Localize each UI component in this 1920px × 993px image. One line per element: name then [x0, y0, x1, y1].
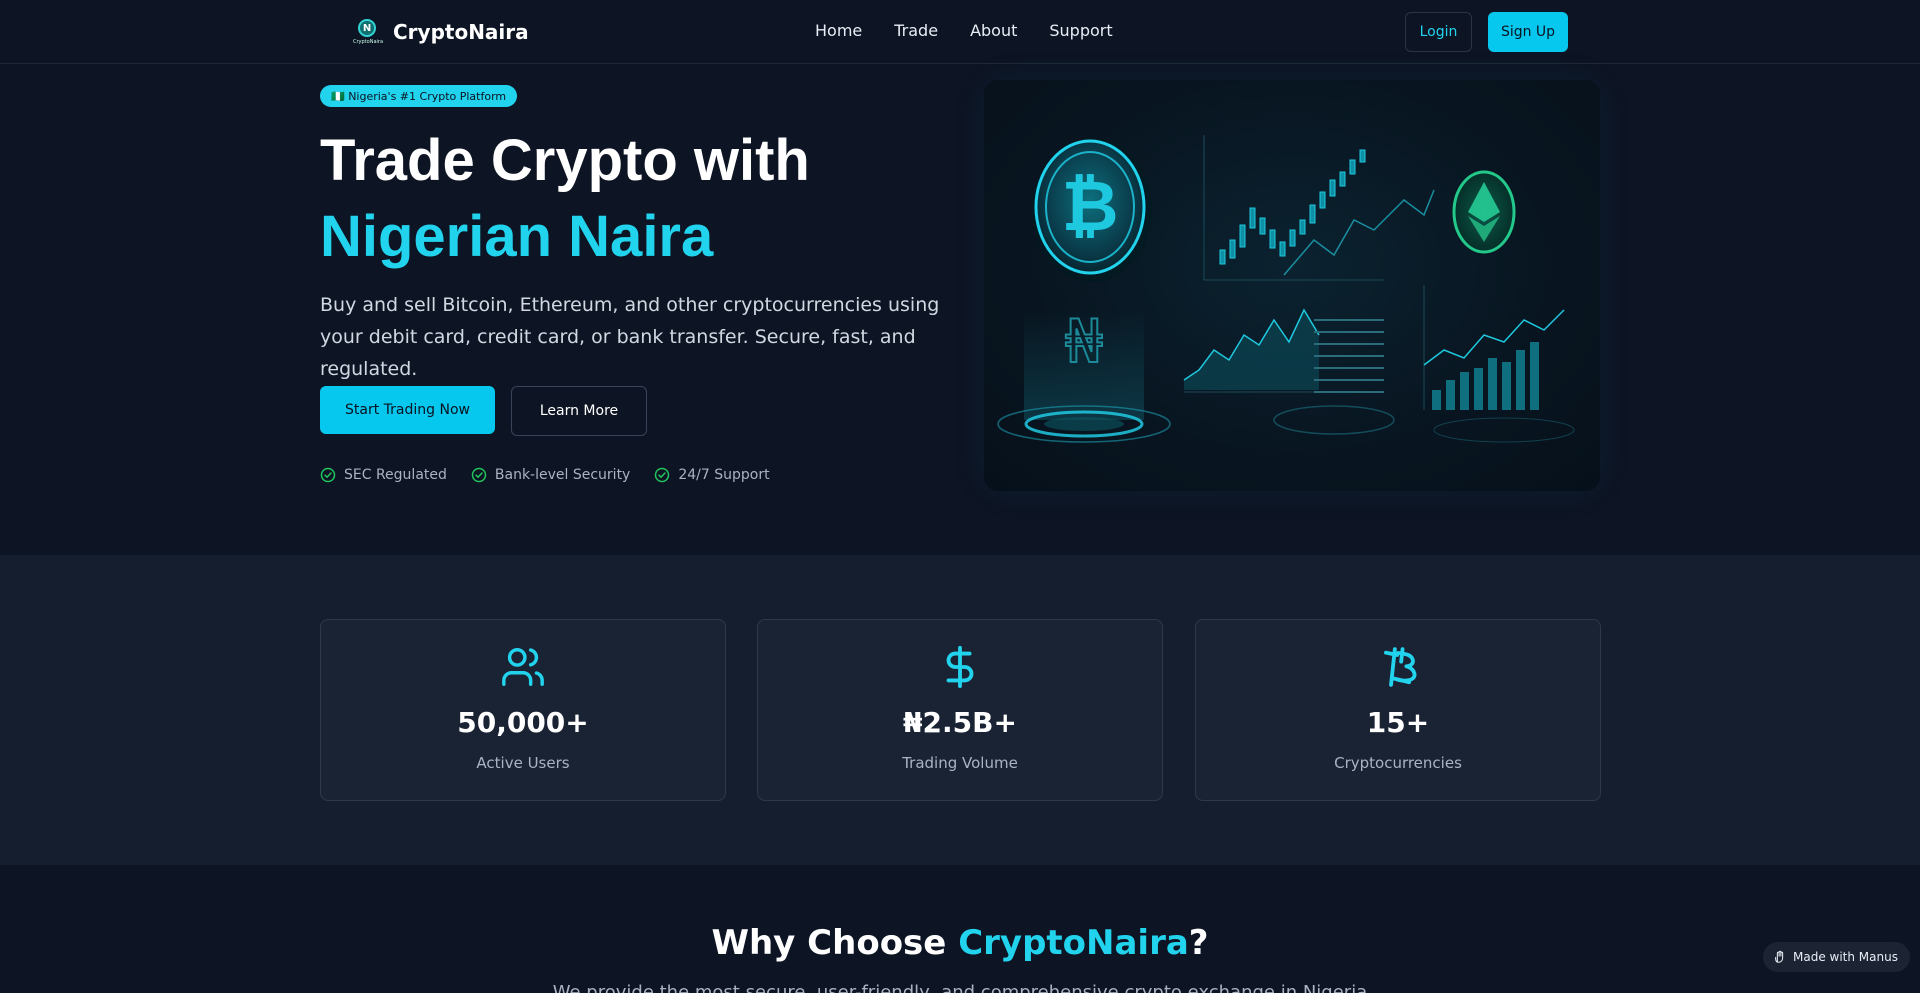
trust-item: Bank-level Security [471, 467, 630, 483]
made-with-manus-badge[interactable]: Made with Manus [1763, 942, 1910, 972]
nav-link-home[interactable]: Home [815, 21, 862, 40]
trust-item: 24/7 Support [654, 467, 770, 483]
trust-item: SEC Regulated [320, 467, 447, 483]
check-circle-icon [320, 467, 336, 483]
learn-more-button[interactable]: Learn More [511, 386, 647, 436]
area-chart [1183, 308, 1324, 393]
manus-hand-icon [1775, 950, 1784, 963]
trust-label: SEC Regulated [344, 467, 447, 483]
ethereum-coin-icon [1452, 170, 1516, 254]
stat-label: Active Users [476, 754, 570, 772]
stat-value: ₦2.5B+ [903, 706, 1017, 739]
platform-badge: 🇳🇬 Nigeria's #1 Crypto Platform [320, 85, 518, 107]
stat-card-users: 50,000+ Active Users [320, 619, 726, 801]
bar-chart [1423, 285, 1565, 410]
stat-card-volume: ₦2.5B+ Trading Volume [757, 619, 1163, 801]
start-trading-button[interactable]: Start Trading Now [320, 386, 495, 434]
why-title-prefix: Why Choose [711, 923, 959, 963]
why-section: Why Choose CryptoNaira? We provide the m… [0, 865, 1920, 993]
candlestick-chart [1203, 135, 1435, 281]
signup-button[interactable]: Sign Up [1488, 12, 1568, 52]
nav-link-support[interactable]: Support [1049, 21, 1112, 40]
bitcoin-coin-icon: ₿ [1032, 138, 1152, 282]
manus-label: Made with Manus [1793, 950, 1898, 964]
trust-indicators: SEC Regulated Bank-level Security 24/7 S… [320, 467, 770, 483]
trust-label: 24/7 Support [678, 467, 770, 483]
stats-section: 50,000+ Active Users ₦2.5B+ Trading Volu… [0, 555, 1920, 865]
hero-illustration: ₿ ₦ [984, 80, 1600, 491]
why-title: Why Choose CryptoNaira? [0, 923, 1920, 963]
why-title-accent: CryptoNaira [958, 923, 1189, 963]
trust-label: Bank-level Security [494, 467, 631, 483]
login-button[interactable]: Login [1405, 12, 1472, 52]
hero-description: Buy and sell Bitcoin, Ethereum, and othe… [320, 294, 940, 380]
why-subtitle: We provide the most secure, user-friendl… [552, 982, 1368, 993]
top-navbar: N CryptoNaira CryptoNaira Home Trade Abo… [0, 0, 1920, 64]
naira-hologram-icon: ₦ [997, 306, 1171, 443]
logo-disc: N [358, 19, 376, 37]
stat-label: Trading Volume [902, 754, 1018, 772]
crypto-trading-illustration: ₿ ₦ [997, 135, 1575, 443]
stat-label: Cryptocurrencies [1334, 754, 1462, 772]
hero-title-line2: Nigerian Naira [320, 204, 714, 269]
nav-links: Home Trade About Support [815, 21, 1113, 40]
stat-value: 50,000+ [457, 706, 589, 739]
bitcoin-icon [1196, 644, 1600, 690]
stat-card-cryptos: 15+ Cryptocurrencies [1195, 619, 1601, 801]
users-icon [321, 644, 725, 690]
check-circle-icon [471, 467, 487, 483]
nav-link-trade[interactable]: Trade [894, 21, 938, 40]
hero-title-line1: Trade Crypto with [320, 128, 810, 193]
hero-section: 🇳🇬 Nigeria's #1 Crypto Platform Trade Cr… [0, 65, 1920, 555]
logo-caption: CryptoNaira [353, 39, 384, 45]
naira-logo-icon: N CryptoNaira [353, 17, 383, 47]
svg-text:₿: ₿ [1061, 165, 1118, 247]
nav-link-about[interactable]: About [970, 21, 1017, 40]
hero-title: Trade Crypto with Nigerian Naira [320, 123, 810, 275]
dollar-icon [758, 644, 1162, 690]
brand-name: CryptoNaira [393, 20, 529, 44]
check-circle-icon [655, 467, 670, 483]
orderbook-lines [1314, 319, 1384, 393]
svg-text:₦: ₦ [1065, 307, 1103, 377]
why-title-suffix: ? [1188, 923, 1209, 963]
stat-value: 15+ [1366, 706, 1430, 739]
brand-logo[interactable]: N CryptoNaira CryptoNaira [353, 17, 529, 47]
